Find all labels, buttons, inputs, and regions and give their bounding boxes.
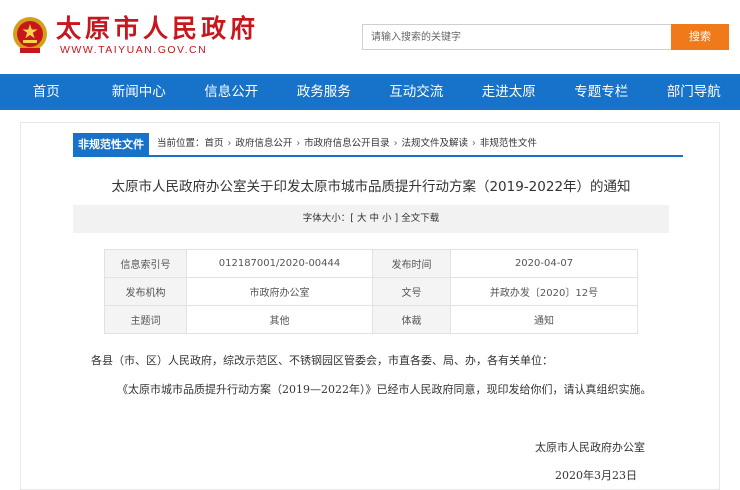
org-label: 发布机构: [104, 277, 187, 306]
nav-item-info-disclosure[interactable]: 信息公开: [185, 74, 278, 110]
nav-item-interaction[interactable]: 互动交流: [370, 74, 463, 110]
breadcrumb-item-info-catalog[interactable]: 市政府信息公开目录: [304, 138, 390, 149]
article-paragraph: 各县（市、区）人民政府，综改示范区、不锈钢园区管委会，市直各委、局、办，各有关单…: [91, 354, 553, 367]
table-row: 主题词 其他 体裁 通知: [104, 305, 638, 334]
breadcrumb-item-regulations[interactable]: 法规文件及解读: [402, 138, 469, 149]
breadcrumb-item-home[interactable]: 首页: [205, 138, 224, 149]
article-container: 非规范性文件 当前位置：首页 › 政府信息公开 › 市政府信息公开目录 › 法规文件及解读 ›…: [20, 122, 720, 490]
breadcrumb-separator-icon: ›: [227, 138, 232, 149]
genre-value: 通知: [450, 305, 638, 334]
header: 太原市人民政府 WWW.TAIYUAN.GOV.CN 搜索: [0, 0, 740, 74]
nav-item-departments[interactable]: 部门导航: [648, 74, 740, 110]
genre-label: 体裁: [372, 305, 451, 334]
breadcrumb-separator-icon: ›: [393, 138, 398, 149]
metadata-table: 信息索引号 012187001/2020-00444 发布时间 2020-04-…: [104, 249, 638, 334]
article-title: 太原市人民政府办公室关于印发太原市城市品质提升行动方案（2019-2022年）的…: [111, 179, 631, 195]
breadcrumb-prefix: 当前位置：: [157, 138, 205, 149]
breadcrumb: 当前位置：首页 › 政府信息公开 › 市政府信息公开目录 › 法规文件及解读 › 非规范性文件: [157, 133, 537, 155]
search-button[interactable]: 搜索: [671, 24, 729, 50]
topic-value: 其他: [186, 305, 373, 334]
docno-label: 文号: [372, 277, 451, 306]
docno-value: 并政办发〔2020〕12号: [450, 277, 638, 306]
font-size-bar[interactable]: 字体大小：[ 大 中 小 ] 全文下载: [73, 205, 669, 233]
category-tab[interactable]: 非规范性文件: [73, 133, 149, 157]
breadcrumb-separator-icon: ›: [472, 138, 476, 149]
breadcrumb-item-non-normative[interactable]: 非规范性文件: [480, 138, 537, 149]
site-url: WWW.TAIYUAN.GOV.CN: [60, 44, 208, 56]
date-label: 发布时间: [372, 249, 451, 278]
index-value: 012187001/2020-00444: [186, 249, 373, 278]
topic-label: 主题词: [104, 305, 187, 334]
nav-item-about-taiyuan[interactable]: 走进太原: [463, 74, 556, 110]
signature: 太原市人民政府办公室: [535, 441, 645, 454]
site-name[interactable]: 太原市人民政府: [56, 14, 259, 44]
table-row: 发布机构 市政府办公室 文号 并政办发〔2020〕12号: [104, 277, 638, 306]
sign-date: 2020年3月23日: [555, 469, 637, 482]
nav-item-special-topics[interactable]: 专题专栏: [555, 74, 648, 110]
date-value: 2020-04-07: [450, 249, 638, 278]
breadcrumb-bar: 非规范性文件 当前位置：首页 › 政府信息公开 › 市政府信息公开目录 › 法规文件及解读 ›…: [73, 133, 683, 157]
org-value: 市政府办公室: [186, 277, 373, 306]
nav-item-news[interactable]: 新闻中心: [93, 74, 186, 110]
article-paragraph: 《太原市城市品质提升行动方案（2019—2022年）》已经市人民政府同意，现印发…: [117, 383, 652, 396]
nav-item-home[interactable]: 首页: [0, 74, 93, 110]
main-nav: 首页 新闻中心 信息公开 政务服务 互动交流 走进太原 专题专栏 部门导航: [0, 74, 740, 110]
search-input[interactable]: [362, 24, 672, 50]
national-emblem-icon[interactable]: [12, 16, 48, 54]
nav-item-government-services[interactable]: 政务服务: [278, 74, 371, 110]
breadcrumb-item-gov-info[interactable]: 政府信息公开: [235, 138, 292, 149]
breadcrumb-separator-icon: ›: [296, 138, 301, 149]
table-row: 信息索引号 012187001/2020-00444 发布时间 2020-04-…: [104, 249, 638, 278]
index-label: 信息索引号: [104, 249, 187, 278]
